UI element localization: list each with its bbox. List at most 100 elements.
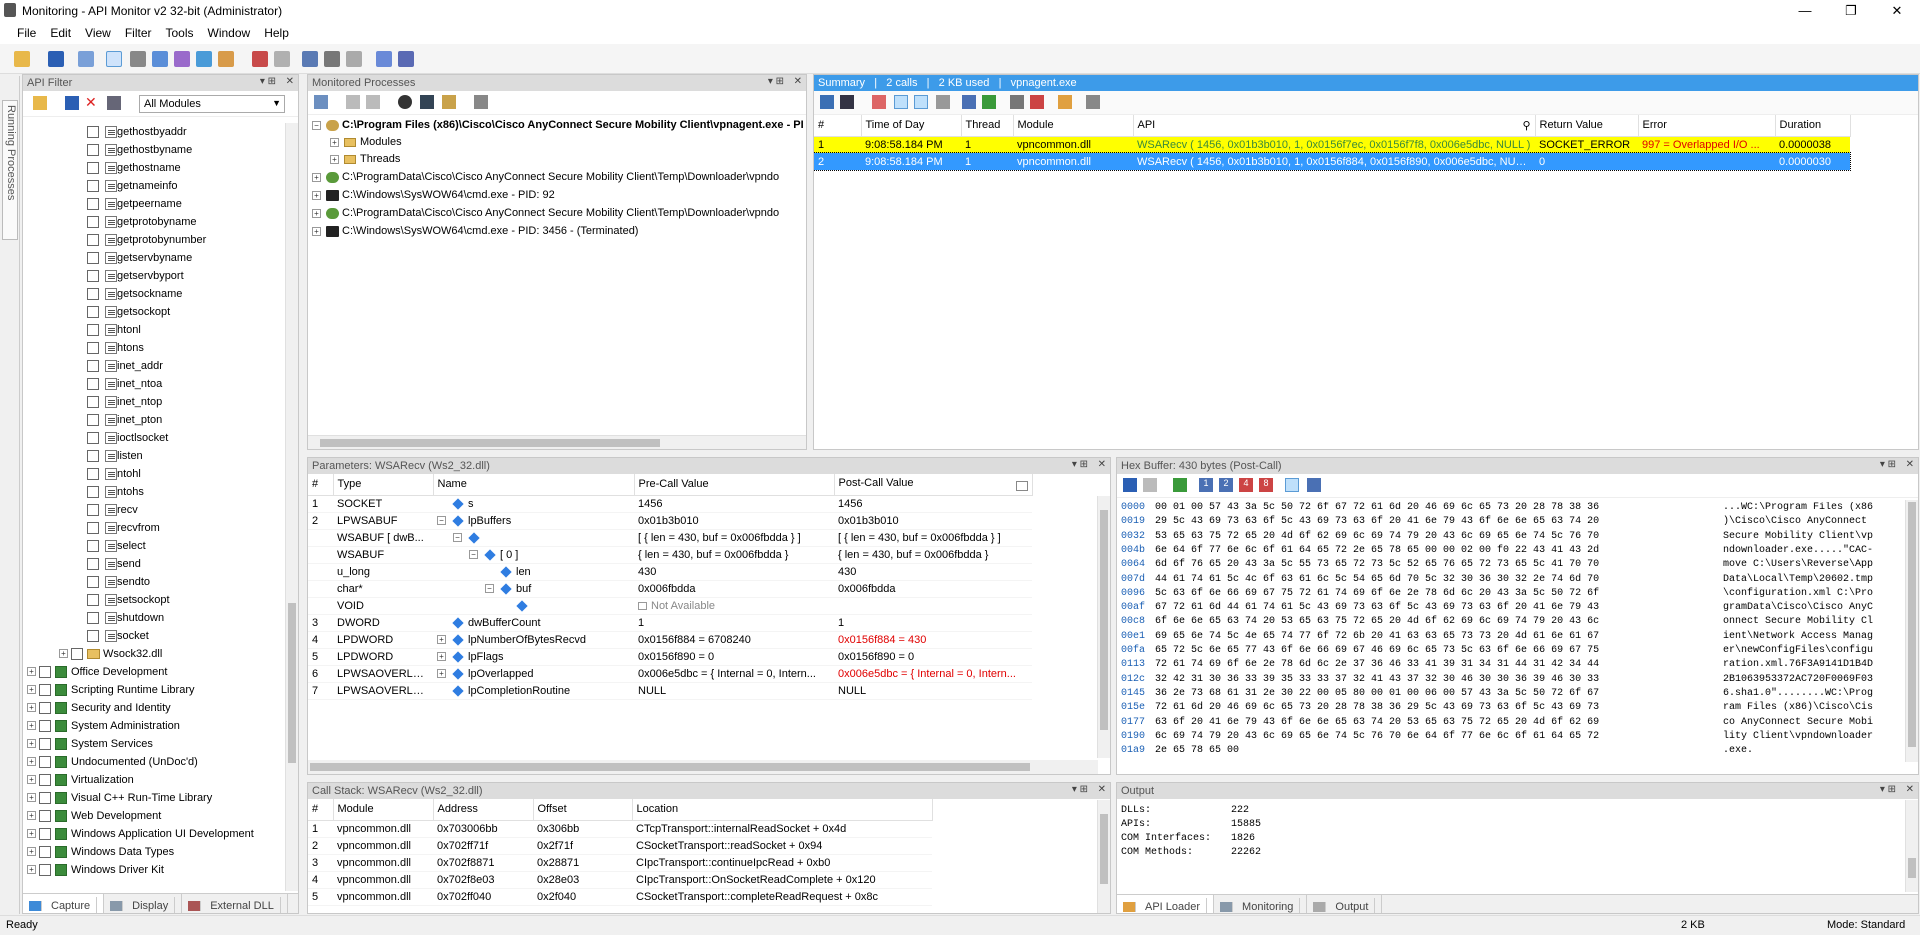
menu-window[interactable]: Window (201, 22, 258, 44)
process-icon[interactable] (442, 95, 456, 109)
right-align-icon[interactable] (1307, 478, 1321, 492)
copy-icon[interactable] (78, 51, 94, 67)
checkbox[interactable] (87, 360, 99, 372)
checkbox[interactable] (87, 288, 99, 300)
param-row[interactable]: 2 LPWSABUF − lpBuffers 0x01b3b010 0x01b3b010 (308, 512, 1032, 530)
api-category-item[interactable]: + Scripting Runtime Library (23, 681, 283, 699)
api-function-item[interactable]: getservbyport (23, 267, 283, 285)
api-function-item[interactable]: sendto (23, 573, 283, 591)
api-function-item[interactable]: socket (23, 627, 283, 645)
expand-icon[interactable]: + (27, 703, 36, 712)
api-function-item[interactable]: getprotobynumber (23, 231, 283, 249)
api-category-item[interactable]: + Web Development (23, 807, 283, 825)
param-row[interactable]: VOID Not Available (308, 597, 1032, 615)
api-category-item[interactable]: + Windows Data Types (23, 843, 283, 861)
checkbox[interactable] (87, 486, 99, 498)
shield-icon[interactable] (346, 51, 362, 67)
col-thread[interactable]: Thread (961, 115, 1014, 137)
expand-icon[interactable]: + (27, 667, 36, 676)
checkbox[interactable] (87, 432, 99, 444)
api-function-item[interactable]: select (23, 537, 283, 555)
expand-icon[interactable]: + (27, 721, 36, 730)
param-row[interactable]: 7 LPWSAOVERLA... lpCompletionRoutine NULL NU… (308, 682, 1032, 700)
four-byte-icon[interactable]: 4 (1239, 478, 1253, 492)
checkbox[interactable] (87, 558, 99, 570)
api-function-item[interactable]: shutdown (23, 609, 283, 627)
params-scrollbar[interactable] (1097, 496, 1110, 758)
process-subnode[interactable]: + Threads (308, 151, 804, 168)
api-function-item[interactable]: htons (23, 339, 283, 357)
menu-view[interactable]: View (78, 22, 118, 44)
close-panel-icon[interactable]: ✕ (794, 76, 802, 87)
tab-capture[interactable]: Capture (23, 894, 105, 913)
param-row[interactable]: char* − buf 0x006fbdda 0x006fbdda (308, 580, 1032, 598)
checkbox[interactable] (87, 198, 99, 210)
close-panel-icon[interactable]: ✕ (1098, 459, 1106, 470)
process-item[interactable]: + C:\ProgramData\Cisco\Cisco AnyConnect S… (308, 169, 804, 186)
expand-icon[interactable]: + (27, 829, 36, 838)
api-category-item[interactable]: + System Services (23, 735, 283, 753)
param-row[interactable]: 1 SOCKET s 1456 1456 (308, 495, 1032, 513)
checkbox[interactable] (87, 126, 99, 138)
checkbox[interactable] (39, 774, 51, 786)
api-function-item[interactable]: gethostbyname (23, 141, 283, 159)
output-scrollbar[interactable] (1905, 800, 1918, 892)
checkbox[interactable] (87, 396, 99, 408)
detach-icon[interactable] (366, 95, 380, 109)
expand-icon[interactable]: + (330, 155, 339, 164)
api-function-item[interactable]: getservbyname (23, 249, 283, 267)
param-row[interactable]: WSABUF [ dwB... −[ { len = 430, buf = 0x0… (308, 529, 1032, 547)
expand-icon[interactable]: + (312, 227, 321, 236)
col-num[interactable]: # (308, 474, 334, 496)
api-category-item[interactable]: + System Administration (23, 717, 283, 735)
processes-hscrollbar[interactable] (308, 435, 806, 449)
api-function-item[interactable]: getpeername (23, 195, 283, 213)
expand-icon[interactable]: + (27, 775, 36, 784)
target-icon[interactable] (398, 95, 412, 109)
checkbox[interactable] (87, 180, 99, 192)
flat-view-icon[interactable] (914, 95, 928, 109)
pin-icon[interactable]: ▾ ⊞ (260, 76, 276, 87)
col-api[interactable]: API ⚲ (1133, 115, 1536, 137)
checkbox[interactable] (87, 612, 99, 624)
dll-node-wsock32[interactable]: + Wsock32.dll (23, 645, 283, 663)
menu-tools[interactable]: Tools (159, 22, 201, 44)
grid-icon[interactable] (302, 51, 318, 67)
checkbox[interactable] (87, 306, 99, 318)
open-icon[interactable] (14, 51, 30, 67)
api-function-item[interactable]: inet_pton (23, 411, 283, 429)
close-panel-icon[interactable]: ✕ (1098, 784, 1106, 795)
callstack-row[interactable]: 3 vpncommon.dll 0x702f8871 0x28871 CIpcTrans… (308, 854, 932, 872)
param-row[interactable]: 3 DWORD dwBufferCount 1 1 (308, 614, 1032, 632)
api-function-item[interactable]: send (23, 555, 283, 573)
collapse-icon[interactable]: − (437, 516, 446, 526)
process-item[interactable]: − C:\Program Files (x86)\Cisco\Cisco AnyC… (308, 117, 804, 134)
api-function-item[interactable]: setsockopt (23, 591, 283, 609)
checkbox[interactable] (87, 342, 99, 354)
book-icon[interactable] (398, 51, 414, 67)
collapse-icon[interactable]: − (485, 584, 494, 594)
checkbox[interactable] (87, 378, 99, 390)
checkbox[interactable] (87, 468, 99, 480)
save-filter-icon[interactable] (65, 96, 79, 110)
expand-icon[interactable]: + (27, 757, 36, 766)
expand-icon[interactable]: + (27, 793, 36, 802)
param-row[interactable]: WSABUF −[ 0 ]{ len = 430, buf = 0x006fbdd… (308, 546, 1032, 564)
checkbox[interactable] (39, 846, 51, 858)
magnifier-icon[interactable]: ⚲ (1522, 119, 1530, 132)
api-function-item[interactable]: getsockopt (23, 303, 283, 321)
tab-monitoring[interactable]: Monitoring (1214, 895, 1308, 913)
checkbox[interactable] (87, 576, 99, 588)
checkbox[interactable] (39, 810, 51, 822)
columns-icon[interactable] (962, 95, 976, 109)
close-panel-icon[interactable]: ✕ (1906, 784, 1914, 795)
hex-view[interactable]: 0000 00 01 00 57 43 3a 5c 50 72 6f 67 72 … (1121, 502, 1901, 764)
checkbox[interactable] (39, 864, 51, 876)
checkbox[interactable] (87, 522, 99, 534)
col-name[interactable]: Name (433, 474, 635, 496)
menu-help[interactable]: Help (257, 22, 296, 44)
close-panel-icon[interactable]: ✕ (286, 76, 294, 87)
color-icon[interactable] (872, 95, 886, 109)
col-num[interactable]: # (814, 115, 862, 137)
hex-scrollbar[interactable] (1905, 500, 1918, 762)
